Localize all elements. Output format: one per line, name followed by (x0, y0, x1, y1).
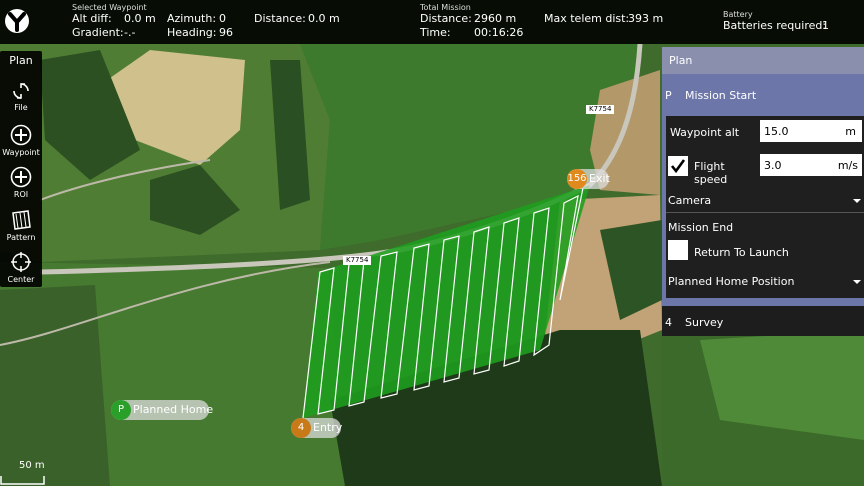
return-to-launch-label: Return To Launch (694, 246, 789, 259)
time-value: 00:16:26 (474, 26, 524, 39)
waypoint-alt-field[interactable]: 15.0 m (760, 120, 862, 142)
mission-start-index: P (665, 89, 672, 102)
distance-value: 0.0 m (308, 12, 340, 25)
road-label: K7754 (343, 256, 372, 265)
max-telem-value: 393 m (628, 12, 664, 25)
distance-label: Distance: (254, 12, 306, 25)
file-sync-icon (13, 83, 29, 99)
app-logo-icon[interactable] (3, 6, 31, 36)
time-label: Time: (420, 26, 451, 39)
file-button[interactable]: File (0, 81, 42, 112)
survey-index: 4 (665, 316, 672, 329)
flight-speed-label: Flight speed (694, 160, 728, 186)
home-label: Planned Home (133, 403, 214, 416)
heading-value: 96 (219, 26, 233, 39)
waypoint-alt-unit: m (845, 125, 856, 138)
max-telem-label: Max telem dist: (544, 12, 630, 25)
entry-label: Entry (313, 421, 343, 434)
checkmark-icon (670, 159, 686, 174)
survey-item[interactable]: 4 Survey (662, 306, 864, 336)
flight-speed-value: 3.0 (764, 159, 782, 172)
alt-diff-label: Alt diff: (72, 12, 112, 25)
survey-label: Survey (685, 316, 724, 329)
plan-panel-header[interactable]: Plan (662, 47, 864, 74)
flight-speed-field[interactable]: 3.0 m/s (760, 154, 862, 176)
scale-bar (0, 476, 45, 485)
entry-marker[interactable]: 4 Entry (291, 418, 343, 438)
center-button[interactable]: Center (0, 251, 42, 284)
center-label: Center (7, 275, 35, 284)
total-distance-value: 2960 m (474, 12, 517, 25)
mission-start-item[interactable]: P Mission Start Waypoint alt 15.0 m Flig… (662, 74, 864, 306)
road-label: K7754 (586, 105, 615, 114)
waypoint-button[interactable]: Waypoint (0, 124, 42, 157)
toolstrip-title: Plan (9, 54, 33, 67)
plan-toolstrip: Plan File Waypoint ROI Pattern Center (0, 51, 42, 287)
exit-index: 156 (567, 169, 587, 189)
pattern-icon (12, 210, 31, 230)
exit-label: Exit (589, 172, 610, 185)
chevron-down-icon (853, 280, 861, 284)
batteries-required-value: 1 (822, 19, 829, 32)
azimuth-label: Azimuth: (167, 12, 217, 25)
gradient-label: Gradient: (72, 26, 124, 39)
camera-section[interactable]: Camera (666, 192, 864, 210)
chevron-down-icon (853, 199, 861, 203)
flight-speed-unit: m/s (837, 159, 858, 172)
planned-home-section[interactable]: Planned Home Position (666, 272, 864, 290)
scale-label: 50 m (19, 460, 45, 471)
waypoint-label: Waypoint (2, 148, 40, 157)
waypoint-alt-value: 15.0 (764, 125, 789, 138)
planned-home-position-label: Planned Home Position (668, 275, 795, 288)
plus-circle-icon (10, 124, 32, 146)
total-distance-label: Distance: (420, 12, 472, 25)
heading-label: Heading: (167, 26, 217, 39)
file-label: File (14, 103, 28, 112)
crosshair-icon (11, 252, 31, 272)
mission-end-label: Mission End (668, 221, 734, 234)
azimuth-value: 0 (219, 12, 226, 25)
mission-start-label: Mission Start (685, 89, 757, 102)
plan-panel-title: Plan (669, 54, 693, 67)
exit-marker[interactable]: 156 Exit (567, 169, 610, 189)
camera-label: Camera (668, 194, 712, 207)
divider (666, 212, 864, 213)
roi-label: ROI (13, 190, 29, 199)
top-toolbar: Selected Waypoint Alt diff: 0.0 m Gradie… (0, 0, 864, 44)
planned-home-marker[interactable]: P Planned Home (111, 400, 213, 420)
gradient-value: -.- (124, 26, 136, 39)
pattern-label: Pattern (6, 233, 36, 242)
pattern-button[interactable]: Pattern (0, 209, 42, 242)
flight-speed-checkbox[interactable] (668, 156, 688, 176)
roi-button[interactable]: ROI (0, 166, 42, 199)
plus-circle-icon (10, 166, 32, 188)
home-index: P (111, 400, 131, 420)
waypoint-alt-label: Waypoint alt (670, 126, 740, 139)
mission-settings: Waypoint alt 15.0 m Flight speed 3.0 m/s… (666, 116, 864, 298)
return-to-launch-checkbox[interactable] (668, 240, 688, 260)
batteries-required-label: Batteries required: (723, 19, 827, 32)
entry-index: 4 (291, 418, 311, 438)
alt-diff-value: 0.0 m (124, 12, 156, 25)
